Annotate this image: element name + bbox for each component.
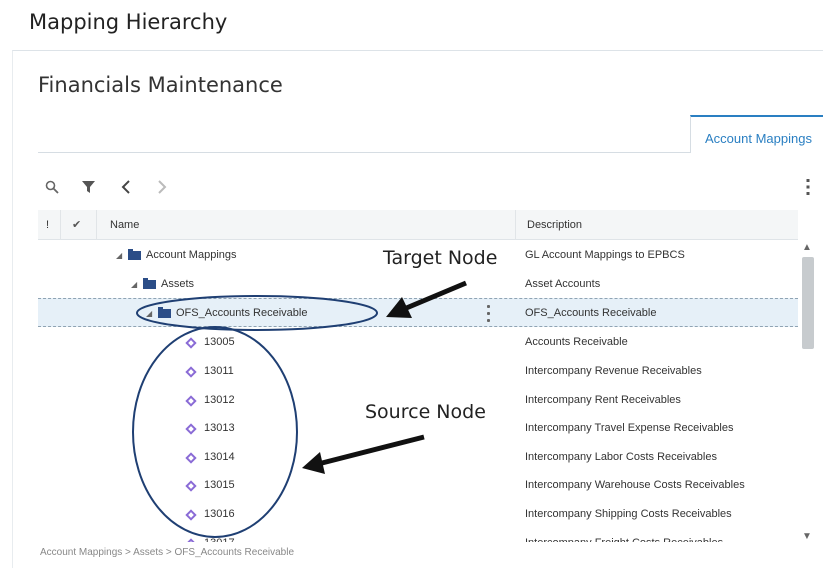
row-name: ◢ Assets xyxy=(131,270,194,299)
column-divider xyxy=(60,210,61,240)
row-description: Intercompany Travel Expense Receivables xyxy=(525,422,734,434)
grid-scrollbar[interactable]: ▲ ▼ xyxy=(798,240,823,542)
flag-column-header[interactable]: ! xyxy=(46,210,49,240)
tree-row-leaf[interactable]: 13014 Intercompany Labor Costs Receivabl… xyxy=(38,443,798,472)
member-diamond-icon xyxy=(185,537,197,542)
tree-row-ofs-accounts-receivable[interactable]: ◢ OFS_Accounts Receivable OFS_Accounts R… xyxy=(38,298,798,327)
row-name-label: 13012 xyxy=(204,394,235,406)
grid-header: ! ✔ Name Description xyxy=(38,210,798,240)
folder-icon xyxy=(158,307,171,318)
row-description: Accounts Receivable xyxy=(525,336,628,348)
row-name-label: 13005 xyxy=(204,336,235,348)
member-diamond-icon xyxy=(185,508,197,521)
member-diamond-icon xyxy=(185,336,197,349)
row-name: 13012 xyxy=(185,386,235,415)
collapse-arrow-icon[interactable]: ◢ xyxy=(131,270,143,299)
row-name: 13017 xyxy=(185,529,235,542)
row-name-label: 13011 xyxy=(204,365,234,377)
row-name: 13013 xyxy=(185,414,235,443)
row-description: OFS_Accounts Receivable xyxy=(525,307,657,319)
back-icon[interactable] xyxy=(116,176,136,198)
row-name-label: 13016 xyxy=(204,508,235,520)
description-column-header[interactable]: Description xyxy=(527,210,582,240)
member-diamond-icon xyxy=(185,394,197,407)
search-icon[interactable] xyxy=(42,176,62,198)
tree-row-leaf[interactable]: 13017 Intercompany Freight Costs Receiva… xyxy=(38,529,798,542)
row-name-label: 13013 xyxy=(204,422,235,434)
row-description: Intercompany Warehouse Costs Receivables xyxy=(525,479,745,491)
grid-toolbar xyxy=(38,176,823,200)
forward-icon[interactable] xyxy=(152,176,172,198)
name-column-header[interactable]: Name xyxy=(110,210,139,240)
member-diamond-icon xyxy=(185,365,197,378)
column-divider xyxy=(515,210,516,240)
member-diamond-icon xyxy=(185,451,197,464)
tree-row-leaf[interactable]: 13005 Accounts Receivable xyxy=(38,328,798,357)
filter-icon[interactable] xyxy=(78,176,98,198)
tab-account-mappings[interactable]: Account Mappings xyxy=(690,115,823,153)
panel-title: Financials Maintenance xyxy=(38,73,283,97)
row-name: 13014 xyxy=(185,443,235,472)
row-description: Intercompany Rent Receivables xyxy=(525,394,681,406)
row-name: ◢ Account Mappings xyxy=(116,241,237,270)
row-name-label: 13015 xyxy=(204,479,235,491)
member-diamond-icon xyxy=(185,422,197,435)
row-name-label: Assets xyxy=(161,278,195,290)
tree-row-assets[interactable]: ◢ Assets Asset Accounts xyxy=(38,270,798,299)
row-description: Intercompany Freight Costs Receivables xyxy=(525,529,723,542)
row-name-label: 13014 xyxy=(204,451,235,463)
check-column-header[interactable]: ✔ xyxy=(72,210,81,240)
folder-icon xyxy=(128,249,141,260)
scroll-up-icon[interactable]: ▲ xyxy=(802,242,812,253)
more-icon[interactable] xyxy=(798,176,818,198)
row-description: Intercompany Labor Costs Receivables xyxy=(525,451,717,463)
breadcrumb[interactable]: Account Mappings > Assets > OFS_Accounts… xyxy=(40,547,294,558)
column-divider xyxy=(96,210,97,240)
page-heading: Mapping Hierarchy xyxy=(29,10,228,34)
row-description: Asset Accounts xyxy=(525,278,601,290)
row-name-label: 13017 xyxy=(204,529,235,542)
source-node-annotation: Source Node xyxy=(365,401,486,423)
member-diamond-icon xyxy=(185,479,197,492)
scroll-down-icon[interactable]: ▼ xyxy=(802,531,812,542)
target-node-annotation: Target Node xyxy=(383,247,498,269)
collapse-arrow-icon[interactable]: ◢ xyxy=(116,241,128,270)
row-name: 13016 xyxy=(185,500,235,529)
scroll-thumb[interactable] xyxy=(802,257,814,349)
row-description: GL Account Mappings to EPBCS xyxy=(525,249,685,261)
folder-icon xyxy=(143,278,156,289)
row-name-label: Account Mappings xyxy=(146,249,237,261)
row-name: 13015 xyxy=(185,471,235,500)
row-name: 13011 xyxy=(185,357,234,386)
tree-row-leaf[interactable]: 13015 Intercompany Warehouse Costs Recei… xyxy=(38,471,798,500)
row-name-label: OFS_Accounts Receivable xyxy=(176,307,308,319)
row-description: Intercompany Revenue Receivables xyxy=(525,365,702,377)
collapse-arrow-icon[interactable]: ◢ xyxy=(146,299,158,328)
row-name: ◢ OFS_Accounts Receivable xyxy=(146,299,307,328)
row-actions-icon[interactable] xyxy=(487,305,491,322)
tree-row-leaf[interactable]: 13016 Intercompany Shipping Costs Receiv… xyxy=(38,500,798,529)
row-name: 13005 xyxy=(185,328,235,357)
row-description: Intercompany Shipping Costs Receivables xyxy=(525,508,732,520)
tree-row-leaf[interactable]: 13011 Intercompany Revenue Receivables xyxy=(38,357,798,386)
